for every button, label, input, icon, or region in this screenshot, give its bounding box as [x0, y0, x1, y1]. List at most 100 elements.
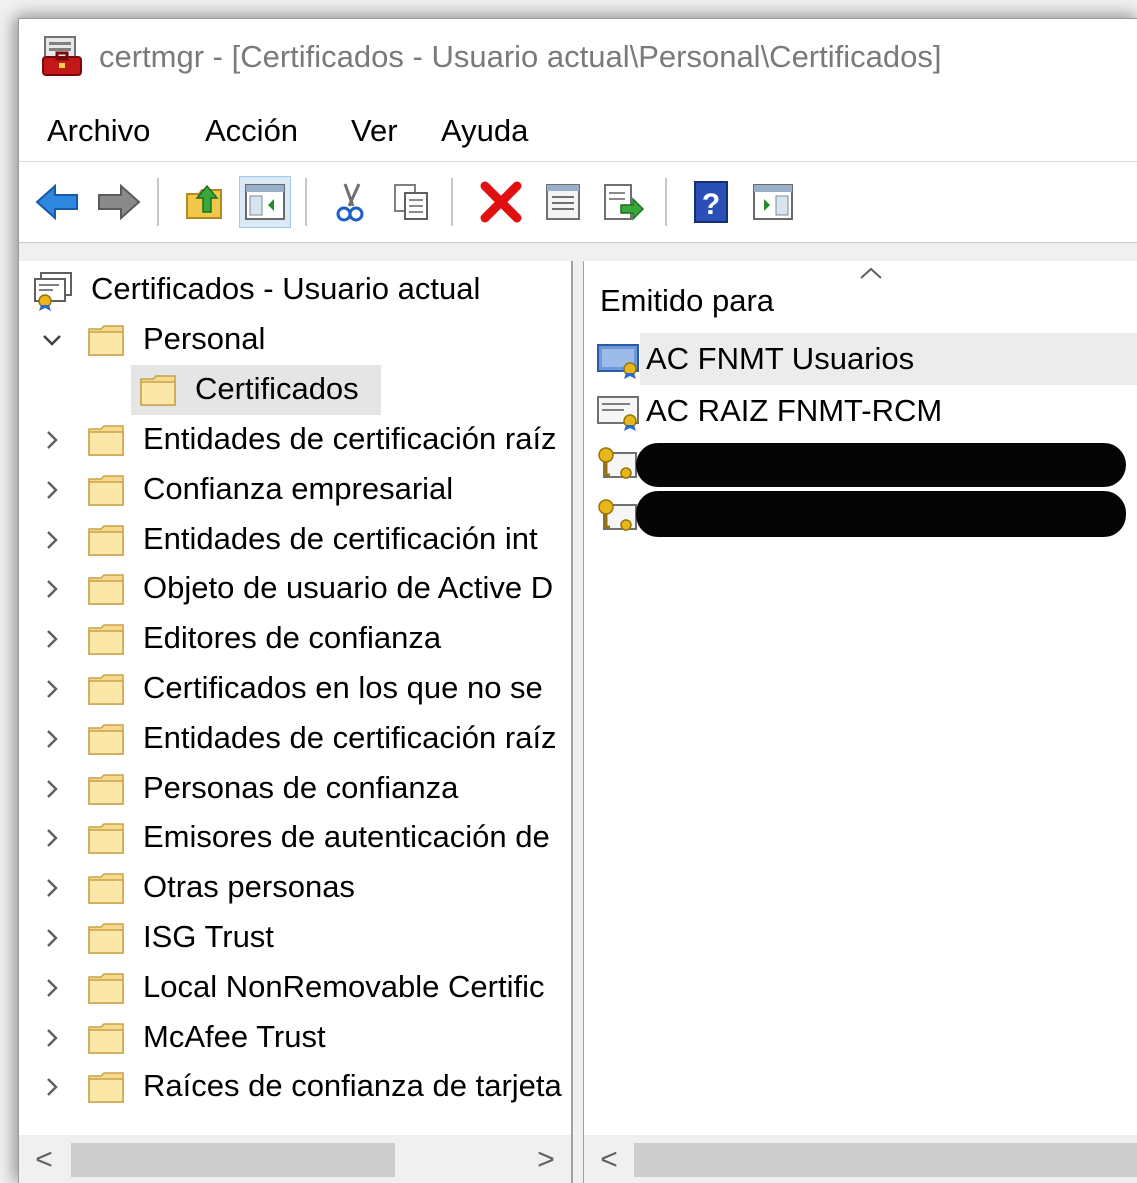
scroll-right-arrow[interactable]: >	[531, 1143, 561, 1177]
chevron-right-icon[interactable]	[41, 927, 63, 949]
show-hide-action-pane-button[interactable]	[747, 176, 799, 228]
export-list-icon	[604, 184, 645, 221]
column-header-emitido-para[interactable]: Emitido para	[584, 261, 1137, 329]
menu-archivo[interactable]: Archivo	[39, 109, 158, 153]
tree-item-label: ISG Trust	[143, 919, 274, 954]
list-item[interactable]: AC RAIZ FNMT-RCM	[584, 385, 1137, 437]
forward-button[interactable]	[93, 176, 145, 228]
help-button[interactable]: ?	[685, 176, 737, 228]
properties-button[interactable]	[537, 176, 589, 228]
certificate-icon	[597, 396, 639, 431]
chevron-right-icon[interactable]	[41, 1076, 63, 1098]
tree-item-personal[interactable]: Personal	[19, 315, 571, 365]
copy-button[interactable]	[385, 176, 437, 228]
cut-icon	[336, 183, 364, 222]
certificate-store-icon	[34, 272, 72, 311]
folder-icon	[88, 524, 124, 556]
svg-text:?: ?	[702, 188, 720, 221]
folder-icon	[88, 873, 124, 904]
certmgr-window: certmgr - [Certificados - Usuario actual…	[18, 18, 1137, 1183]
tree-item-store[interactable]: Certificados en los que no se	[19, 664, 571, 714]
tree-item-label: Personal	[143, 321, 266, 356]
column-header-label: Emitido para	[600, 283, 775, 318]
delete-button[interactable]	[475, 176, 527, 228]
chevron-right-icon[interactable]	[41, 877, 63, 899]
tree-root[interactable]: Certificados - Usuario actual	[19, 265, 571, 315]
tree-item-store[interactable]: Entidades de certificación raíz	[19, 714, 571, 764]
scrollbar-thumb[interactable]	[634, 1143, 1137, 1177]
tree-item-label: Local NonRemovable Certific	[143, 968, 545, 1004]
tree-item-store[interactable]: Editores de confianza	[19, 614, 571, 664]
pane-splitter[interactable]	[573, 261, 583, 1183]
scroll-left-arrow[interactable]: <	[594, 1143, 624, 1177]
chevron-right-icon[interactable]	[41, 1027, 63, 1049]
tree-item-label: Entidades de certificación raíz	[143, 421, 557, 456]
list-item[interactable]	[584, 489, 1137, 541]
folder-icon	[88, 923, 124, 954]
folder-icon	[88, 973, 124, 1004]
chevron-right-icon[interactable]	[41, 578, 63, 600]
list-item[interactable]	[584, 437, 1137, 489]
menu-ayuda[interactable]: Ayuda	[433, 109, 536, 153]
chevron-right-icon[interactable]	[41, 429, 63, 451]
sort-ascending-icon	[860, 267, 882, 279]
tree-item-store[interactable]: Otras personas	[19, 863, 571, 913]
tree-item-store[interactable]: Personas de confianza	[19, 764, 571, 814]
tree-item-label: Raíces de confianza de tarjeta	[143, 1068, 562, 1104]
list-item[interactable]: AC FNMT Usuarios	[584, 333, 1137, 385]
show-hide-console-tree-button[interactable]	[239, 176, 291, 228]
chevron-right-icon[interactable]	[41, 529, 63, 551]
tree-item-store[interactable]: Entidades de certificación raíz	[19, 415, 571, 465]
chevron-right-icon[interactable]	[41, 977, 63, 999]
folder-icon	[88, 724, 124, 755]
folder-icon	[88, 1022, 124, 1054]
export-list-button[interactable]	[597, 176, 649, 228]
toolbar-separator	[451, 178, 453, 226]
menu-ver[interactable]: Ver	[343, 109, 406, 153]
chevron-right-icon[interactable]	[41, 778, 63, 800]
list-horizontal-scrollbar[interactable]: <	[584, 1135, 1137, 1183]
tree-item-store[interactable]: Objeto de usuario de Active D	[19, 564, 571, 614]
folder-icon	[88, 1072, 124, 1104]
tree-item-label: Personas de confianza	[143, 769, 459, 805]
chevron-down-icon[interactable]	[41, 329, 63, 351]
chevron-right-icon[interactable]	[41, 728, 63, 750]
show-hide-action-pane-icon	[753, 184, 793, 220]
tree-item-store[interactable]: Confianza empresarial	[19, 465, 571, 515]
folder-icon	[88, 574, 124, 606]
tree-item-certificados[interactable]: Certificados	[19, 365, 571, 415]
tree-item-label: Objeto de usuario de Active D	[143, 570, 554, 606]
folder-icon	[88, 475, 124, 506]
console-tree-pane[interactable]: Certificados - Usuario actual Personal C…	[19, 261, 573, 1183]
toolbar: ?	[19, 162, 1137, 243]
tree-item-store[interactable]: Raíces de confianza de tarjeta	[19, 1062, 571, 1112]
certificate-with-key-icon	[598, 499, 637, 531]
results-list-pane[interactable]: Emitido para AC FNMT Usuarios AC RAIZ FN…	[583, 261, 1137, 1183]
delete-icon	[480, 181, 522, 223]
folder-icon	[88, 425, 124, 456]
list-item-label: AC FNMT Usuarios	[646, 341, 915, 376]
tree-item-store[interactable]: Emisores de autenticación de	[19, 813, 571, 863]
properties-icon	[546, 184, 580, 220]
scrollbar-thumb[interactable]	[71, 1143, 395, 1177]
back-button[interactable]	[31, 176, 83, 228]
chevron-right-icon[interactable]	[41, 628, 63, 650]
tree-item-label: Emisores de autenticación de	[143, 819, 550, 855]
chevron-right-icon[interactable]	[41, 678, 63, 700]
folder-icon	[88, 823, 124, 855]
tree-item-store[interactable]: McAfee Trust	[19, 1013, 571, 1063]
chevron-right-icon[interactable]	[41, 479, 63, 501]
tree-horizontal-scrollbar[interactable]: < >	[19, 1135, 571, 1183]
tree-item-label: McAfee Trust	[143, 1018, 326, 1054]
menu-accion[interactable]: Acción	[197, 109, 306, 153]
scroll-left-arrow[interactable]: <	[29, 1143, 59, 1177]
tree-item-label: Entidades de certificación raíz	[143, 719, 557, 755]
chevron-right-icon[interactable]	[41, 827, 63, 849]
toolbar-separator	[305, 178, 307, 226]
tree-item-store[interactable]: Local NonRemovable Certific	[19, 963, 571, 1013]
tree-item-store[interactable]: Entidades de certificación int	[19, 515, 571, 565]
cut-button[interactable]	[325, 176, 377, 228]
up-one-level-button[interactable]	[179, 176, 231, 228]
tree-item-store[interactable]: ISG Trust	[19, 913, 571, 963]
window-title: certmgr - [Certificados - Usuario actual…	[99, 39, 942, 74]
